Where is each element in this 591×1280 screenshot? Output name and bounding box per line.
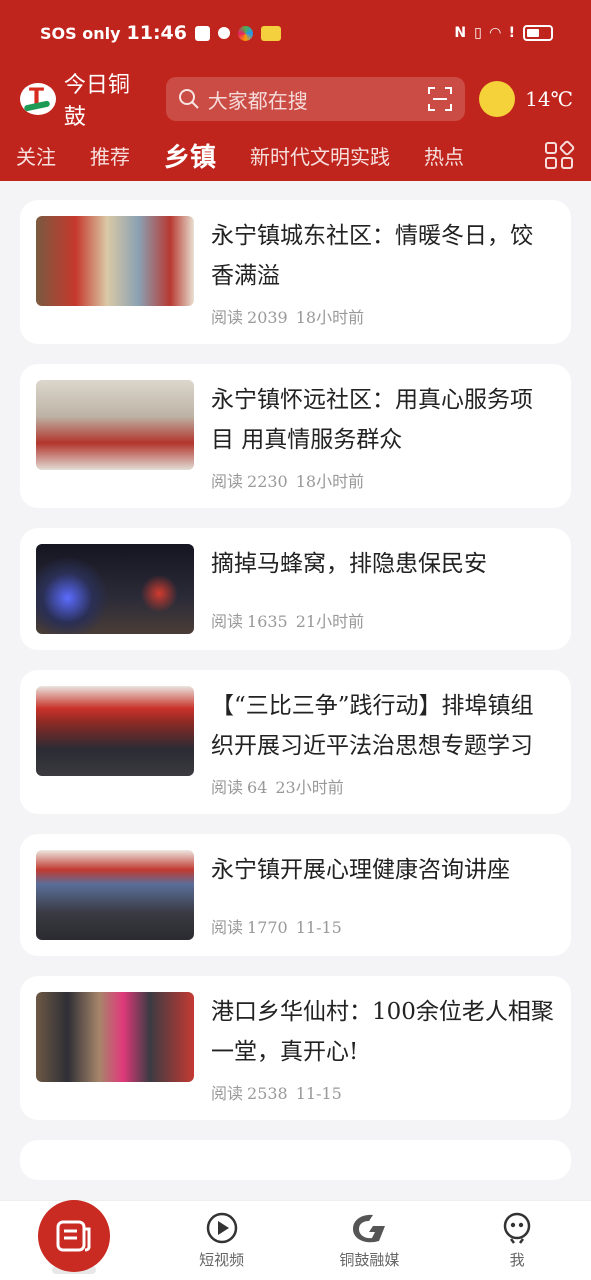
channel-grid-icon[interactable] — [545, 139, 576, 170]
profile-icon — [503, 1212, 531, 1244]
reads-label: 阅读 — [211, 308, 244, 327]
article-title: 永宁镇开展心理健康咨询讲座 — [211, 857, 510, 883]
publish-time: 18小时前 — [295, 308, 365, 327]
search-bar[interactable]: 大家都在搜 — [165, 77, 466, 121]
wifi-icon: ◠ — [489, 25, 501, 41]
article-card[interactable]: 摘掉马蜂窝，排隐患保民安 阅读 1635 21小时前 — [20, 528, 571, 650]
article-meta: 阅读 64 23小时前 — [211, 774, 555, 798]
article-card[interactable]: 永宁镇怀远社区：用真心服务项目 用真情服务群众 阅读 2230 18小时前 — [20, 364, 571, 508]
reads-label: 阅读 — [211, 612, 244, 631]
scan-icon[interactable] — [427, 86, 453, 112]
article-title: 永宁镇怀远社区：用真心服务项目 用真情服务群众 — [211, 387, 533, 453]
publish-time: 18小时前 — [295, 472, 365, 491]
reads-label: 阅读 — [211, 918, 244, 937]
weather[interactable]: 14℃ — [479, 81, 573, 117]
article-card[interactable]: 永宁镇开展心理健康咨询讲座 阅读 1770 11-15 — [20, 834, 571, 956]
article-thumbnail — [36, 216, 194, 306]
home-button[interactable] — [38, 1200, 110, 1272]
tab-civilization[interactable]: 新时代文明实践 — [250, 141, 390, 170]
channel-tabs: 关注 推荐 乡镇 新时代文明实践 热点 — [16, 136, 576, 174]
nav-short-video[interactable]: 短视频 — [148, 1201, 296, 1280]
article-thumbnail — [36, 992, 194, 1082]
status-bar: SOS only 11:46 N ▯ ◠ ! — [40, 18, 553, 48]
article-card[interactable]: 【“三比三争”践行动】排埠镇组织开展习近平法治思想专题学习 阅读 64 23小时前 — [20, 670, 571, 814]
brand-icon — [353, 1214, 386, 1243]
nav-label: 铜鼓融媒 — [339, 1251, 400, 1269]
publish-time: 23小时前 — [275, 778, 344, 797]
nav-label: 短视频 — [199, 1251, 245, 1269]
article-list: 永宁镇城东社区：情暖冬日，饺香满溢 阅读 2039 18小时前 永宁镇怀远社区：用真… — [20, 200, 571, 1200]
article-card[interactable]: 永宁镇城东社区：情暖冬日，饺香满溢 阅读 2039 18小时前 — [20, 200, 571, 344]
play-icon — [206, 1212, 237, 1244]
game-icon — [261, 25, 281, 41]
reads-count: 2538 — [247, 1084, 288, 1103]
nav-me[interactable]: 我 — [443, 1201, 591, 1280]
article-title: 永宁镇城东社区：情暖冬日，饺香满溢 — [211, 223, 533, 289]
app-icon — [238, 25, 253, 41]
tab-towns[interactable]: 乡镇 — [164, 137, 216, 174]
publish-time: 11-15 — [295, 918, 342, 937]
reads-count: 1770 — [247, 918, 288, 937]
tab-recommend[interactable]: 推荐 — [90, 141, 130, 170]
clock: 11:46 — [126, 22, 187, 44]
sun-icon — [479, 81, 516, 117]
search-placeholder: 大家都在搜 — [207, 88, 308, 113]
tab-follow[interactable]: 关注 — [16, 141, 56, 170]
carrier-text: SOS only — [40, 23, 121, 43]
article-meta: 阅读 2538 11-15 — [211, 1080, 555, 1104]
vibrate-icon: ▯ — [474, 25, 482, 41]
reads-label: 阅读 — [211, 1084, 244, 1103]
mail-icon — [195, 25, 210, 41]
reads-label: 阅读 — [211, 778, 244, 797]
article-meta: 阅读 2039 18小时前 — [211, 304, 555, 328]
article-thumbnail — [36, 380, 194, 470]
alert-icon: ! — [508, 25, 515, 41]
app-header: SOS only 11:46 N ▯ ◠ ! 今日铜鼓 大家都在搜 14℃ 关注 — [0, 0, 591, 181]
reads-count: 2039 — [247, 308, 288, 327]
article-title: 【“三比三争”践行动】排埠镇组织开展习近平法治思想专题学习 — [211, 693, 534, 759]
battery-icon — [523, 25, 553, 41]
reads-label: 阅读 — [211, 472, 244, 491]
article-thumbnail — [36, 686, 194, 776]
article-meta: 阅读 1635 21小时前 — [211, 608, 555, 632]
temperature: 14℃ — [525, 87, 573, 111]
search-icon — [178, 89, 199, 109]
nav-tonggu-media[interactable]: 铜鼓融媒 — [296, 1201, 444, 1280]
article-thumbnail — [36, 544, 194, 634]
nav-label: 我 — [509, 1251, 525, 1269]
article-card[interactable] — [20, 1140, 571, 1180]
article-meta: 阅读 1770 11-15 — [211, 914, 555, 938]
nfc-icon: N — [454, 25, 467, 41]
article-meta: 阅读 2230 18小时前 — [211, 468, 555, 492]
logo-icon — [20, 83, 56, 115]
app-logo[interactable]: 今日铜鼓 — [20, 67, 152, 131]
reads-count: 1635 — [247, 612, 288, 631]
publish-time: 11-15 — [295, 1084, 342, 1103]
reads-count: 64 — [247, 778, 268, 797]
top-bar: 今日铜鼓 大家都在搜 14℃ — [20, 73, 573, 130]
tab-hot[interactable]: 热点 — [424, 141, 464, 170]
shield-icon — [218, 27, 230, 39]
publish-time: 21小时前 — [295, 612, 365, 631]
article-thumbnail — [36, 850, 194, 940]
app-name: 今日铜鼓 — [63, 73, 130, 130]
article-title: 港口乡华仙村：100余位老人相聚一堂，真开心! — [211, 999, 554, 1065]
article-title: 摘掉马蜂窝，排隐患保民安 — [211, 551, 487, 577]
article-card[interactable]: 港口乡华仙村：100余位老人相聚一堂，真开心! 阅读 2538 11-15 — [20, 976, 571, 1120]
news-icon — [56, 1220, 91, 1252]
reads-count: 2230 — [247, 472, 288, 491]
